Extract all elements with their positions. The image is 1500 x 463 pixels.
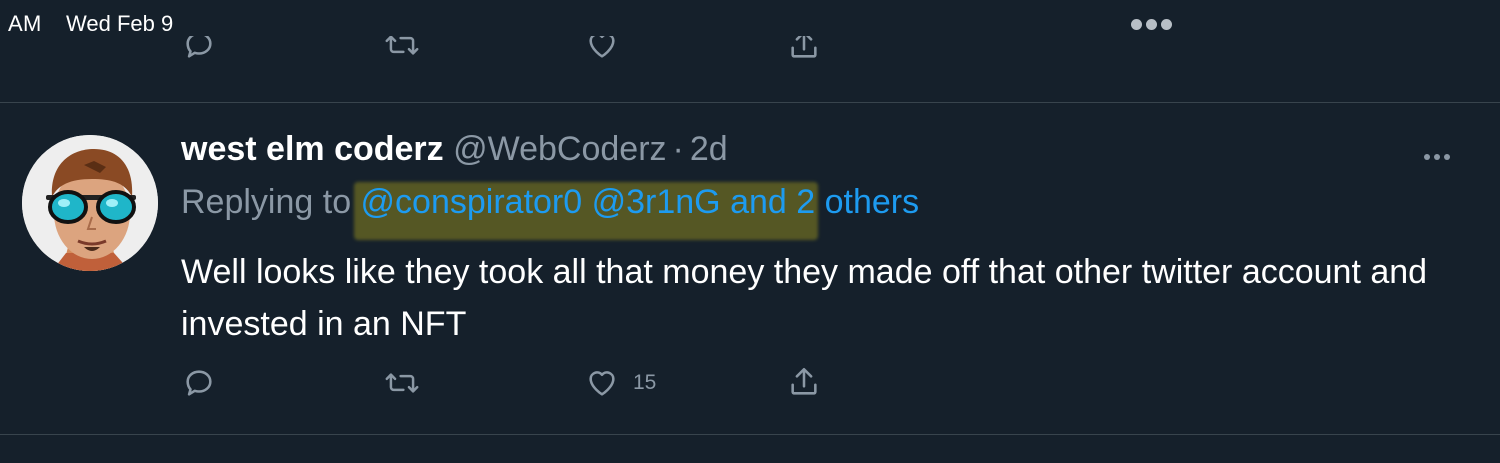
- tweet-header: west elm coderz @WebCoderz · 2d: [181, 130, 728, 174]
- previous-tweet-actions: [0, 36, 1500, 70]
- divider-bottom: [0, 434, 1500, 435]
- share-button[interactable]: [787, 365, 821, 399]
- prev-reply-button[interactable]: [182, 36, 216, 62]
- more-dots-icon[interactable]: [1131, 17, 1179, 31]
- share-icon: [791, 367, 817, 395]
- reply-button[interactable]: [182, 366, 216, 400]
- tweet-text: Well looks like they took all that money…: [181, 253, 1428, 343]
- replying-to: Replying to @conspirator0 @3r1nG and 2 o…: [181, 183, 919, 222]
- timestamp[interactable]: 2d: [690, 130, 728, 168]
- like-button[interactable]: 15: [585, 366, 656, 400]
- reply-icon: [186, 36, 212, 58]
- separator-dot: ·: [672, 130, 684, 168]
- status-time: AM: [8, 11, 42, 36]
- user-handle[interactable]: @WebCoderz: [453, 130, 666, 168]
- display-name[interactable]: west elm coderz: [181, 130, 444, 168]
- status-date: Wed Feb 9: [66, 11, 174, 36]
- like-count: 15: [633, 371, 657, 394]
- prev-like-button[interactable]: [585, 36, 619, 62]
- heart-icon: [589, 36, 615, 58]
- more-horizontal-icon[interactable]: [1424, 147, 1460, 160]
- heart-icon: [589, 371, 615, 396]
- share-icon: [791, 36, 817, 58]
- avatar[interactable]: [22, 135, 158, 271]
- replying-prefix: Replying to: [181, 183, 361, 221]
- retweet-icon: [385, 36, 419, 55]
- retweet-icon: [385, 373, 419, 393]
- divider-top: [0, 102, 1500, 103]
- reply-icon: [186, 370, 212, 396]
- prev-share-button[interactable]: [787, 36, 821, 62]
- replying-mentions[interactable]: @conspirator0 @3r1nG and 2 others: [361, 183, 920, 221]
- avatar-image: [22, 135, 158, 271]
- prev-retweet-button[interactable]: [384, 36, 420, 62]
- retweet-button[interactable]: [384, 366, 420, 400]
